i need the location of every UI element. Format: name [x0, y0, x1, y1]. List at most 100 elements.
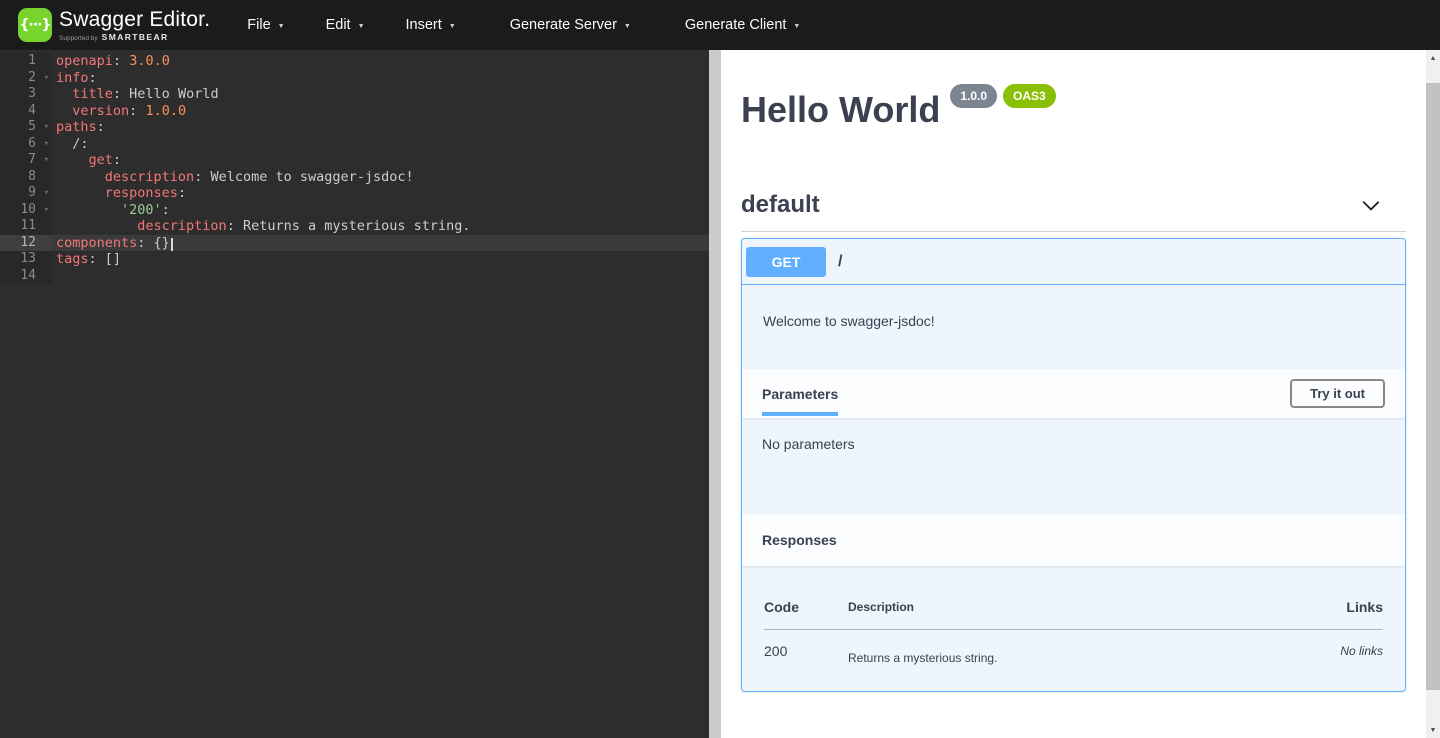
editor-line[interactable]: 5▾paths:	[0, 119, 709, 136]
editor-line[interactable]: 10▾ '200':	[0, 202, 709, 219]
response-description: Returns a mysterious string.	[848, 630, 1263, 666]
tag-title: default	[741, 191, 820, 219]
response-links: No links	[1263, 630, 1383, 666]
responses-col-description: Description	[848, 566, 1263, 630]
line-number: 7▾	[0, 152, 52, 169]
line-number: 10▾	[0, 202, 52, 219]
line-number: 11	[0, 218, 52, 235]
get-method-badge: GET	[746, 247, 826, 277]
line-content: '200':	[52, 202, 170, 219]
line-content: get:	[52, 152, 121, 169]
menu-bar: File▼Edit▼Insert▼Generate Server▼Generat…	[234, 9, 813, 41]
editor-line[interactable]: 9▾ responses:	[0, 185, 709, 202]
try-it-out-button[interactable]: Try it out	[1290, 379, 1385, 408]
responses-header: Responses	[742, 514, 1405, 566]
editor-line[interactable]: 4 version: 1.0.0	[0, 103, 709, 120]
tag-section-default[interactable]: default	[741, 191, 1406, 232]
fold-arrow-icon[interactable]: ▾	[44, 202, 49, 219]
fold-arrow-icon[interactable]: ▾	[44, 119, 49, 136]
menu-generate-server[interactable]: Generate Server▼	[497, 9, 644, 41]
operation-path: /	[838, 253, 842, 271]
response-row: 200Returns a mysterious string.No links	[764, 630, 1383, 666]
api-info: Hello World 1.0.0OAS3	[741, 84, 1406, 131]
line-content: description: Welcome to swagger-jsdoc!	[52, 169, 414, 186]
oas3-badge: OAS3	[1003, 84, 1056, 108]
fold-arrow-icon[interactable]: ▾	[44, 136, 49, 153]
scrollbar-up-arrow-icon[interactable]: ▲	[1426, 50, 1440, 66]
brand-subtitle: Supported by SMARTBEAR	[59, 32, 210, 42]
line-number: 4	[0, 103, 52, 120]
tab-parameters[interactable]: Parameters	[762, 386, 838, 402]
line-number: 6▾	[0, 136, 52, 153]
line-number: 8	[0, 169, 52, 186]
line-number: 12	[0, 235, 52, 252]
line-content: tags: []	[52, 251, 121, 268]
menu-file[interactable]: File▼	[234, 9, 297, 41]
menu-edit[interactable]: Edit ▼	[313, 9, 378, 41]
brand-block: Swagger Editor. Supported by SMARTBEAR	[59, 9, 210, 42]
response-code: 200	[764, 630, 848, 666]
workspace: 1openapi: 3.0.02▾info:3 title: Hello Wor…	[0, 50, 1440, 738]
menu-caret-icon: ▼	[358, 23, 365, 30]
editor-line[interactable]: 8 description: Welcome to swagger-jsdoc!	[0, 169, 709, 186]
line-content	[52, 268, 56, 285]
fold-arrow-icon[interactable]: ▾	[44, 70, 49, 87]
no-parameters-message: No parameters	[742, 418, 1405, 514]
api-title: Hello World	[741, 89, 940, 130]
editor-line[interactable]: 1openapi: 3.0.0	[0, 53, 709, 70]
opblock-summary[interactable]: GET /	[742, 239, 1405, 285]
editor-line[interactable]: 14	[0, 268, 709, 285]
line-content: title: Hello World	[52, 86, 219, 103]
line-number: 2▾	[0, 70, 52, 87]
preview-scrollbar[interactable]: ▲ ▼	[1426, 50, 1440, 738]
opblock-get: GET / Welcome to swagger-jsdoc! Paramete…	[741, 238, 1406, 692]
chevron-down-icon[interactable]	[1360, 194, 1382, 216]
parameters-header: Parameters Try it out	[742, 369, 1405, 418]
menu-generate-client[interactable]: Generate Client ▼	[672, 9, 814, 41]
line-content: /:	[52, 136, 89, 153]
scrollbar-down-arrow-icon[interactable]: ▼	[1426, 722, 1440, 738]
line-content: version: 1.0.0	[52, 103, 186, 120]
menu-label: Generate Client	[685, 17, 787, 33]
responses-body: Code Description Links 200Returns a myst…	[742, 566, 1405, 691]
editor-line[interactable]: 13tags: []	[0, 251, 709, 268]
brand-title: Swagger Editor.	[59, 9, 210, 31]
line-content: description: Returns a mysterious string…	[52, 218, 471, 235]
editor-line[interactable]: 7▾ get:	[0, 152, 709, 169]
line-content: info:	[52, 70, 97, 87]
menu-caret-icon: ▼	[624, 23, 631, 30]
line-number: 3	[0, 86, 52, 103]
menu-caret-icon: ▼	[449, 23, 456, 30]
menu-insert[interactable]: Insert ▼	[393, 9, 469, 41]
menu-label: Insert	[406, 17, 442, 33]
line-number: 9▾	[0, 185, 52, 202]
responses-col-code: Code	[764, 566, 848, 630]
menu-label: Edit	[326, 17, 351, 33]
editor-line[interactable]: 12components: {}	[0, 235, 709, 252]
fold-arrow-icon[interactable]: ▾	[44, 152, 49, 169]
smartbear-label: SMARTBEAR	[102, 32, 169, 42]
line-content: openapi: 3.0.0	[52, 53, 170, 70]
operation-description: Welcome to swagger-jsdoc!	[742, 285, 1405, 369]
pane-splitter[interactable]	[709, 50, 721, 738]
line-content: paths:	[52, 119, 105, 136]
yaml-editor[interactable]: 1openapi: 3.0.02▾info:3 title: Hello Wor…	[0, 50, 709, 738]
version-badge: 1.0.0	[950, 84, 997, 108]
topbar: {···} Swagger Editor. Supported by SMART…	[0, 0, 1440, 50]
editor-line[interactable]: 6▾ /:	[0, 136, 709, 153]
line-content: components: {}	[52, 235, 173, 252]
line-number: 14	[0, 268, 52, 285]
scrollbar-thumb[interactable]	[1426, 83, 1440, 690]
fold-arrow-icon[interactable]: ▾	[44, 185, 49, 202]
menu-label: File	[247, 17, 270, 33]
line-number: 1	[0, 53, 52, 70]
line-number: 13	[0, 251, 52, 268]
editor-line[interactable]: 11 description: Returns a mysterious str…	[0, 218, 709, 235]
editor-line[interactable]: 3 title: Hello World	[0, 86, 709, 103]
editor-line[interactable]: 2▾info:	[0, 70, 709, 87]
supported-by-label: Supported by	[59, 35, 98, 42]
swagger-ui-preview: Hello World 1.0.0OAS3 default GET / Welco…	[721, 50, 1426, 738]
responses-table: Code Description Links 200Returns a myst…	[764, 566, 1383, 665]
line-number: 5▾	[0, 119, 52, 136]
menu-caret-icon: ▼	[793, 23, 800, 30]
